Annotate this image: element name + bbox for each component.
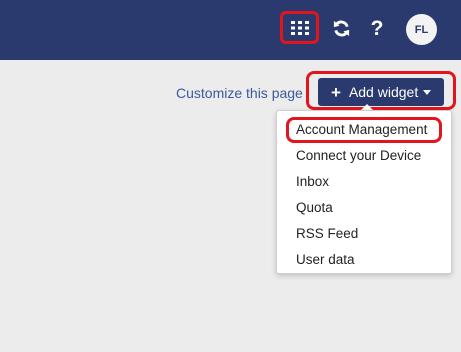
customize-page-link[interactable]: Customize this page [176,84,303,102]
grid-icon [290,20,309,35]
add-widget-menu: Account Management Connect your Device I… [276,110,452,274]
top-navbar: ? FL [0,0,461,60]
user-avatar[interactable]: FL [406,14,437,45]
plus-icon: + [331,82,341,102]
menu-item-inbox[interactable]: Inbox [296,173,329,191]
apps-grid-button[interactable] [280,11,319,44]
menu-item-quota[interactable]: Quota [296,199,333,217]
add-widget-button[interactable]: + Add widget [318,78,444,106]
refresh-icon [333,20,349,36]
refresh-button[interactable] [328,14,354,42]
add-widget-label: Add widget [348,84,419,100]
menu-item-account-management[interactable]: Account Management [296,121,427,139]
menu-item-user-data[interactable]: User data [296,251,355,269]
help-icon: ? [370,16,384,40]
menu-item-connect-device[interactable]: Connect your Device [296,147,421,165]
help-button[interactable]: ? [364,14,390,42]
menu-item-rss-feed[interactable]: RSS Feed [296,225,358,243]
caret-down-icon [423,89,432,95]
